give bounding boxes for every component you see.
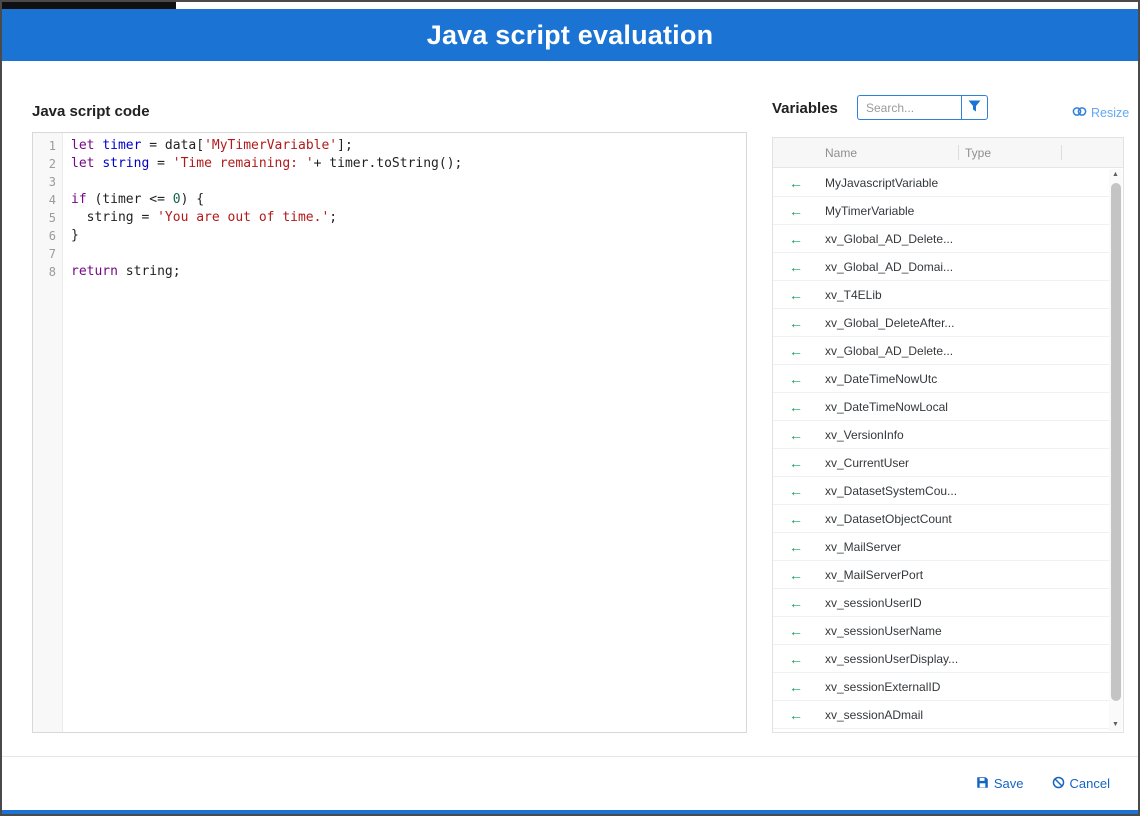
table-row[interactable]: ←xv_sessionADmail [773, 701, 1109, 729]
table-row[interactable]: ←xv_DateTimeNowLocal [773, 393, 1109, 421]
insert-variable-icon[interactable]: ← [773, 484, 819, 498]
variable-name: xv_sessionUserName [819, 624, 999, 638]
table-row[interactable]: ←xv_CurrentUser [773, 449, 1109, 477]
background-window-artifact [2, 2, 176, 9]
dialog-footer: Save Cancel [2, 756, 1138, 810]
insert-variable-icon[interactable]: ← [773, 260, 819, 274]
table-row[interactable]: ←MyJavascriptVariable [773, 169, 1109, 197]
variable-name: xv_DatasetSystemCou... [819, 484, 999, 498]
variable-name: xv_Global_AD_Delete... [819, 344, 999, 358]
insert-variable-icon[interactable]: ← [773, 596, 819, 610]
table-row[interactable]: ←MyTimerVariable [773, 197, 1109, 225]
insert-variable-icon[interactable]: ← [773, 344, 819, 358]
variable-name: xv_MailServerPort [819, 568, 999, 582]
variable-name: xv_T4ELib [819, 288, 999, 302]
insert-variable-icon[interactable]: ← [773, 428, 819, 442]
dialog-titlebar: Java script evaluation [2, 9, 1138, 61]
resize-label: Resize [1091, 106, 1129, 120]
scrollbar-up-icon[interactable]: ▲ [1109, 169, 1122, 181]
save-label: Save [994, 776, 1024, 791]
table-row[interactable]: ←xv_sessionUserDisplay... [773, 645, 1109, 673]
cancel-label: Cancel [1070, 776, 1110, 791]
insert-variable-icon[interactable]: ← [773, 624, 819, 638]
insert-variable-icon[interactable]: ← [773, 232, 819, 246]
type-column-header: Type [959, 146, 1061, 160]
variable-name: xv_VersionInfo [819, 428, 999, 442]
table-row[interactable]: ←xv_Global_AD_Domai... [773, 253, 1109, 281]
insert-variable-icon[interactable]: ← [773, 540, 819, 554]
save-button[interactable]: Save [976, 776, 1024, 792]
resize-link-icon [1072, 104, 1087, 122]
filter-funnel-icon [968, 99, 981, 117]
insert-variable-icon[interactable]: ← [773, 204, 819, 218]
variable-name: xv_Global_AD_Delete... [819, 232, 999, 246]
insert-variable-icon[interactable]: ← [773, 568, 819, 582]
table-row[interactable]: ←xv_MailServerPort [773, 561, 1109, 589]
table-row[interactable]: ←xv_T4ELib [773, 281, 1109, 309]
variables-search-group [857, 95, 988, 120]
variable-name: MyJavascriptVariable [819, 176, 999, 190]
variables-panel: Name Type ←MyJavascriptVariable←MyTimerV… [772, 137, 1124, 733]
insert-variable-icon[interactable]: ← [773, 680, 819, 694]
table-row[interactable]: ←xv_Global_AD_Delete... [773, 225, 1109, 253]
variables-list: ←MyJavascriptVariable←MyTimerVariable←xv… [773, 169, 1109, 732]
name-column-header: Name [819, 146, 958, 160]
insert-variable-icon[interactable]: ← [773, 316, 819, 330]
variable-name: xv_sessionUserID [819, 596, 999, 610]
table-row[interactable]: ←xv_MailServer [773, 533, 1109, 561]
code-editor[interactable]: 12345678 let timer = data['MyTimerVariab… [32, 132, 747, 733]
cancel-icon [1052, 776, 1065, 792]
background-strip [2, 2, 1138, 9]
insert-variable-icon[interactable]: ← [773, 456, 819, 470]
insert-variable-icon[interactable]: ← [773, 652, 819, 666]
variable-name: xv_Global_DeleteAfter... [819, 316, 999, 330]
insert-variable-icon[interactable]: ← [773, 400, 819, 414]
variable-name: xv_sessionExternalID [819, 680, 999, 694]
code-gutter: 12345678 [33, 133, 63, 732]
variable-name: xv_DateTimeNowUtc [819, 372, 999, 386]
save-icon [976, 776, 989, 792]
table-row[interactable]: ←xv_sessionUserName [773, 617, 1109, 645]
variable-name: xv_MailServer [819, 540, 999, 554]
scrollbar-thumb[interactable] [1111, 183, 1121, 701]
bottom-accent-bar [2, 810, 1138, 814]
table-row[interactable]: ←xv_DatasetObjectCount [773, 505, 1109, 533]
filter-button[interactable] [961, 95, 988, 120]
variable-name: xv_sessionUserDisplay... [819, 652, 999, 666]
variable-name: xv_DateTimeNowLocal [819, 400, 999, 414]
variable-name: xv_DatasetObjectCount [819, 512, 999, 526]
table-row[interactable]: ←xv_Global_DeleteAfter... [773, 309, 1109, 337]
table-row[interactable]: ←xv_sessionExternalID [773, 673, 1109, 701]
scrollbar-down-icon[interactable]: ▼ [1109, 719, 1122, 731]
insert-variable-icon[interactable]: ← [773, 708, 819, 722]
table-row[interactable]: ←xv_DatasetSystemCou... [773, 477, 1109, 505]
variable-name: xv_CurrentUser [819, 456, 999, 470]
insert-variable-icon[interactable]: ← [773, 512, 819, 526]
insert-variable-icon[interactable]: ← [773, 288, 819, 302]
variable-name: xv_Global_AD_Domai... [819, 260, 999, 274]
insert-variable-icon[interactable]: ← [773, 176, 819, 190]
table-row[interactable]: ←xv_sessionUserID [773, 589, 1109, 617]
resize-button[interactable]: Resize [1072, 104, 1129, 122]
header-divider [1061, 145, 1062, 160]
table-row[interactable]: ←xv_DateTimeNowUtc [773, 365, 1109, 393]
code-lines[interactable]: let timer = data['MyTimerVariable'];let … [63, 133, 746, 732]
table-row[interactable]: ←xv_VersionInfo [773, 421, 1109, 449]
variable-name: MyTimerVariable [819, 204, 999, 218]
cancel-button[interactable]: Cancel [1052, 776, 1110, 792]
code-editor-label: Java script code [32, 103, 150, 120]
variables-table-header: Name Type [773, 138, 1123, 168]
variable-name: xv_sessionADmail [819, 708, 999, 722]
variables-scrollbar[interactable]: ▲ ▼ [1109, 169, 1122, 731]
insert-variable-icon[interactable]: ← [773, 372, 819, 386]
dialog-title: Java script evaluation [427, 20, 714, 51]
variables-label: Variables [772, 100, 838, 117]
search-input[interactable] [857, 95, 961, 120]
table-row[interactable]: ←xv_Global_AD_Delete... [773, 337, 1109, 365]
javascript-evaluation-dialog: Java script evaluation Java script code … [0, 0, 1140, 816]
